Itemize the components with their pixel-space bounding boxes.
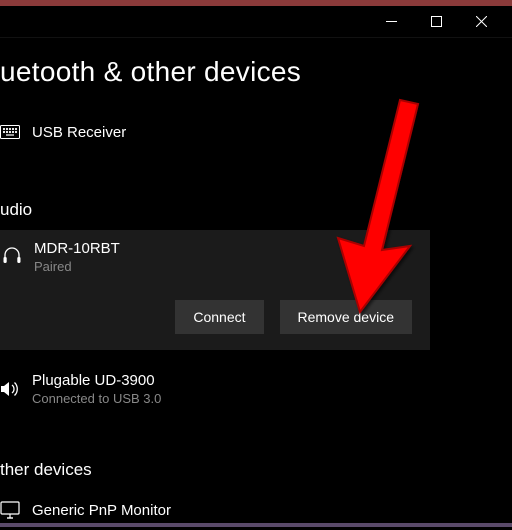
device-status: Connected to USB 3.0 xyxy=(32,391,161,406)
connect-button[interactable]: Connect xyxy=(175,300,263,334)
device-name: USB Receiver xyxy=(32,124,126,141)
audio-device-icon xyxy=(0,379,22,399)
close-icon xyxy=(476,16,487,27)
window-bottom-edge xyxy=(0,523,512,527)
page-title: uetooth & other devices xyxy=(0,56,512,88)
minimize-icon xyxy=(386,16,397,27)
monitor-icon xyxy=(0,501,22,519)
section-heading-other: ther devices xyxy=(0,460,512,480)
window-titlebar xyxy=(0,6,512,38)
maximize-button[interactable] xyxy=(414,8,459,36)
device-row-headphones-selected[interactable]: MDR-10RBT Paired Connect Remove device xyxy=(0,230,430,350)
maximize-icon xyxy=(431,16,442,27)
keyboard-icon xyxy=(0,125,22,139)
device-name: Plugable UD-3900 xyxy=(32,372,161,389)
device-name: MDR-10RBT xyxy=(34,240,120,257)
close-button[interactable] xyxy=(459,8,504,36)
device-name: Generic PnP Monitor xyxy=(32,502,171,519)
device-row-usb-receiver[interactable]: USB Receiver xyxy=(0,112,512,152)
remove-device-button[interactable]: Remove device xyxy=(280,300,413,334)
device-status: Paired xyxy=(34,259,120,274)
device-row-plugable[interactable]: Plugable UD-3900 Connected to USB 3.0 xyxy=(0,366,512,412)
minimize-button[interactable] xyxy=(369,8,414,36)
section-heading-audio: udio xyxy=(0,200,512,220)
headphones-icon xyxy=(0,244,24,266)
settings-content: uetooth & other devices USB Receiver udi… xyxy=(0,56,512,530)
